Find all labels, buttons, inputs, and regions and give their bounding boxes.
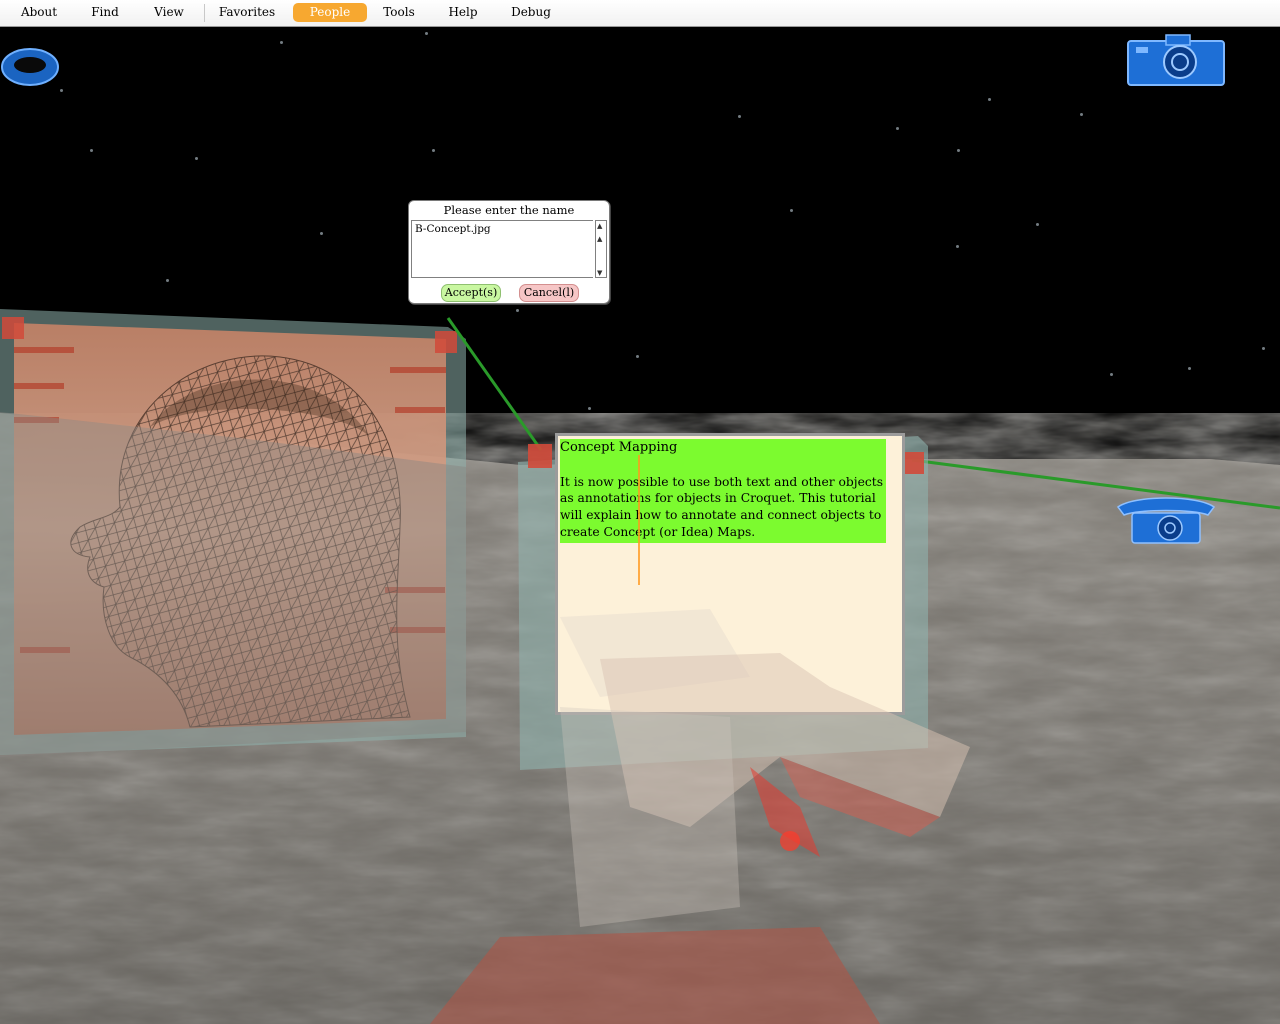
blue-ring-icon[interactable] (0, 43, 60, 93)
dialog-title: Please enter the name (443, 203, 575, 217)
menu-tools[interactable]: Tools (376, 3, 422, 22)
frame-terrain-overlay (0, 412, 466, 757)
scroll-up-arrow-icon[interactable]: ▲ (597, 222, 602, 230)
avatar-pointer (430, 609, 970, 1024)
menu-debug[interactable]: Debug (504, 3, 558, 22)
menu-people[interactable]: People (293, 3, 367, 22)
menu-about[interactable]: About (14, 3, 64, 22)
scroll-down-arrow-icon[interactable]: ▼ (597, 269, 602, 277)
scroll-up-small-icon: ▲ (597, 235, 603, 243)
cursor-crosshair-icon (638, 455, 640, 585)
camera-icon[interactable] (1126, 33, 1226, 87)
concept-body: It is now possible to use both text and … (560, 474, 884, 539)
name-input-field[interactable]: B-Concept.jpg (411, 220, 593, 278)
dialog-scrollbar[interactable]: ▲ ▲ ▼ (595, 220, 607, 278)
menu-view[interactable]: View (146, 3, 192, 22)
accept-button[interactable]: Accept(s) (441, 284, 501, 302)
name-entry-dialog: Please enter the name B-Concept.jpg ▲ ▲ … (408, 200, 610, 304)
concept-title: Concept Mapping (560, 440, 678, 455)
menu-help[interactable]: Help (440, 3, 486, 22)
telephone-icon[interactable] (1114, 493, 1218, 545)
3d-viewport[interactable]: Concept Mapping It is now possible to us… (0, 27, 1280, 1024)
menu-find[interactable]: Find (82, 3, 128, 22)
menu-bar: About Find View Favorites People Tools H… (0, 0, 1280, 27)
menu-separator (204, 4, 205, 22)
concept-annotation-text[interactable]: Concept Mapping It is now possible to us… (560, 439, 886, 543)
menu-favorites[interactable]: Favorites (214, 3, 280, 22)
cancel-button[interactable]: Cancel(l) (519, 284, 579, 302)
